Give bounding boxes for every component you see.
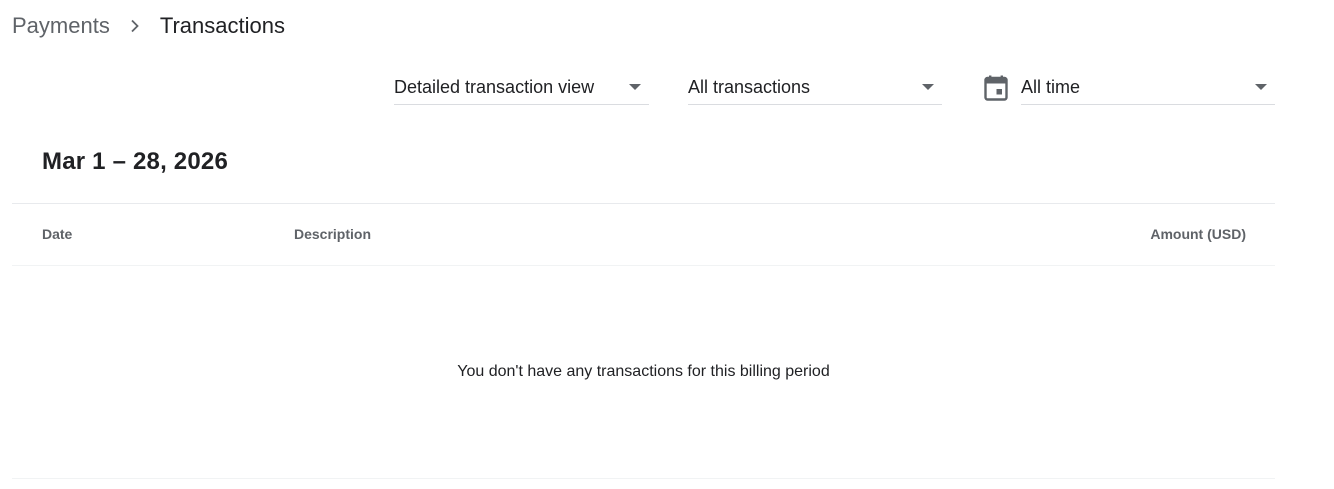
divider xyxy=(12,478,1275,479)
breadcrumb-payments-link[interactable]: Payments xyxy=(12,13,110,39)
caret-down-icon xyxy=(922,84,934,90)
transaction-view-dropdown[interactable]: Detailed transaction view xyxy=(394,70,649,105)
caret-down-icon xyxy=(629,84,641,90)
breadcrumb: Payments Transactions xyxy=(12,11,285,41)
transaction-type-dropdown[interactable]: All transactions xyxy=(688,70,942,105)
calendar-icon[interactable] xyxy=(984,75,1008,101)
column-header-amount: Amount (USD) xyxy=(1150,226,1246,242)
breadcrumb-current: Transactions xyxy=(159,13,285,38)
divider xyxy=(12,203,1275,204)
billing-period-title: Mar 1 – 28, 2026 xyxy=(42,148,229,175)
column-header-description: Description xyxy=(294,226,372,242)
transactions-page: Payments Transactions Detailed transacti… xyxy=(0,0,1334,489)
time-range-dropdown[interactable]: All time xyxy=(1021,70,1275,105)
caret-down-icon xyxy=(1255,84,1267,90)
transaction-type-selected: All transactions xyxy=(688,76,811,97)
transaction-view-selected: Detailed transaction view xyxy=(394,76,595,97)
time-range-selected: All time xyxy=(1021,76,1081,97)
chevron-right-icon xyxy=(110,14,160,38)
empty-state-message: You don't have any transactions for this… xyxy=(457,363,830,380)
column-header-date: Date xyxy=(42,226,73,242)
divider xyxy=(12,265,1275,266)
